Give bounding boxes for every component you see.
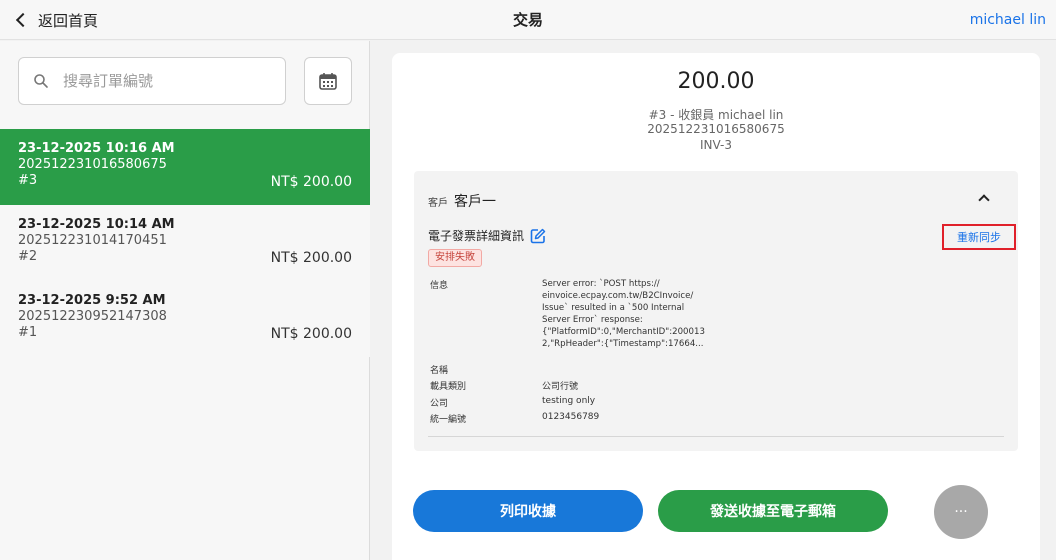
order-number: 202512231014170451 <box>18 233 167 248</box>
tax-id-value: 0123456789 <box>542 412 600 422</box>
user-menu-link[interactable]: michael lin <box>970 0 1046 40</box>
cashier-line: #3 - 收銀員 michael lin <box>648 108 784 122</box>
search-input[interactable] <box>63 72 263 90</box>
customer-invoice-card: 客戶 客戶一 電子發票詳細資訊 重新同步 安排失敗 信息 Server erro… <box>414 171 1018 451</box>
einvoice-title-label: 電子發票詳細資訊 <box>428 229 525 243</box>
customer-row: 客戶 客戶一 <box>428 191 496 211</box>
order-date: 23-12-2025 10:14 AM <box>18 217 175 232</box>
order-date: 23-12-2025 9:52 AM <box>18 293 166 308</box>
back-button-label: 返回首頁 <box>38 11 99 30</box>
order-date: 23-12-2025 10:16 AM <box>18 141 175 156</box>
message-value: Server error: `POST https:// einvoice.ec… <box>542 279 705 349</box>
order-item-2[interactable]: 23-12-2025 10:14 AM 202512231014170451 #… <box>0 205 370 281</box>
print-receipt-button[interactable]: 列印收據 <box>413 490 643 532</box>
carrier-value: 公司行號 <box>542 382 579 392</box>
customer-name: 客戶一 <box>454 194 496 210</box>
back-button[interactable]: 返回首頁 <box>14 0 98 40</box>
invoice-number: INV-3 <box>700 138 732 152</box>
order-number: 202512230952147308 <box>18 309 167 324</box>
name-label: 名稱 <box>430 366 449 376</box>
top-bar: 返回首頁 交易 michael lin <box>0 0 1056 40</box>
order-amount: NT$ 200.00 <box>270 174 352 190</box>
transaction-detail-panel: 200.00 #3 - 收銀員 michael lin 202512231016… <box>392 53 1040 560</box>
page-title: 交易 <box>512 11 543 29</box>
resync-button[interactable]: 重新同步 <box>942 224 1016 250</box>
customer-label: 客戶 <box>428 198 448 209</box>
divider <box>428 436 1004 437</box>
company-label: 公司 <box>430 399 449 409</box>
chevron-left-icon <box>15 12 31 28</box>
message-label: 信息 <box>430 281 449 291</box>
search-box[interactable] <box>18 57 286 105</box>
date-filter-button[interactable] <box>304 57 352 105</box>
search-icon <box>34 74 48 88</box>
company-value: testing only <box>542 396 596 406</box>
order-number: 202512231016580675 <box>18 157 167 172</box>
order-list-panel: 23-12-2025 10:16 AM 202512231016580675 #… <box>0 41 370 560</box>
tax-id-label: 統一編號 <box>430 415 467 425</box>
order-list: 23-12-2025 10:16 AM 202512231016580675 #… <box>0 129 370 357</box>
order-number-line: 202512231016580675 <box>647 122 785 136</box>
more-options-button[interactable]: ··· <box>934 485 988 539</box>
transaction-total: 200.00 <box>677 69 755 94</box>
carrier-label: 載具類別 <box>430 382 467 392</box>
chevron-up-icon[interactable] <box>978 194 990 206</box>
order-amount: NT$ 200.00 <box>270 326 352 342</box>
order-item-1[interactable]: 23-12-2025 9:52 AM 202512230952147308 #1… <box>0 281 370 357</box>
status-badge: 安排失敗 <box>428 249 482 267</box>
einvoice-title: 電子發票詳細資訊 <box>428 227 546 244</box>
order-amount: NT$ 200.00 <box>270 250 352 266</box>
email-receipt-button[interactable]: 發送收據至電子郵箱 <box>658 490 888 532</box>
order-item-3[interactable]: 23-12-2025 10:16 AM 202512231016580675 #… <box>0 129 370 205</box>
edit-icon[interactable] <box>530 228 546 244</box>
calendar-icon <box>319 73 337 90</box>
